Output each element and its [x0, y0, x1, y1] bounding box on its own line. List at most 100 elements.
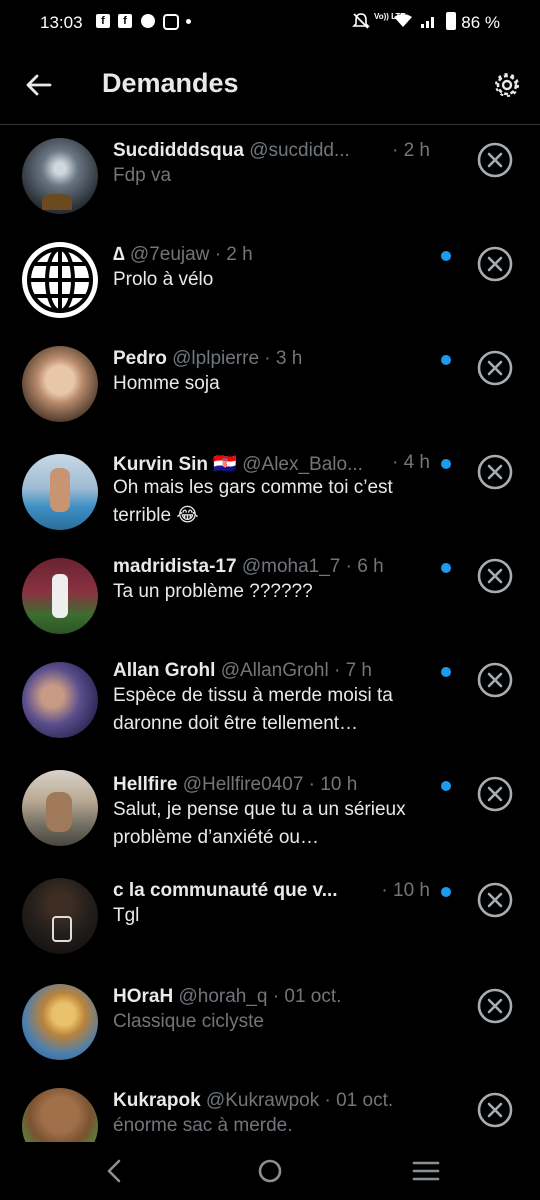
- request-header: Kukrapok @Kukrawpok · 01 oct.: [113, 1090, 430, 1114]
- message-preview: Espèce de tissu à merde moisi ta daronne…: [113, 685, 393, 734]
- message-preview: Tgl: [113, 905, 140, 926]
- sender-name: madridista-17: [113, 556, 237, 577]
- request-time: · 4 h: [387, 452, 430, 474]
- close-icon[interactable]: [476, 881, 514, 919]
- page-title: Demandes: [102, 68, 239, 98]
- message-preview: Oh mais les gars comme toi c’est terribl…: [113, 477, 393, 526]
- requests-list: Sucdidddsqua @sucdidd... · 2 h Fdp va ∆ …: [0, 124, 540, 1142]
- close-icon[interactable]: [476, 557, 514, 595]
- instagram-icon: [163, 14, 179, 30]
- sender-handle: @horah_q: [178, 986, 268, 1007]
- sender-handle: @Hellfire0407: [182, 774, 304, 795]
- message-preview: Fdp va: [113, 165, 172, 186]
- unread-dot: [441, 667, 451, 677]
- sender-handle: @sucdidd...: [249, 140, 350, 161]
- close-icon[interactable]: [476, 1091, 514, 1129]
- request-header: Pedro @lplpierre · 3 h: [113, 348, 430, 372]
- request-time: · 10 h: [308, 774, 358, 795]
- sender-name: Allan Grohl: [113, 660, 216, 681]
- request-header: Allan Grohl @AllanGrohl · 7 h: [113, 660, 430, 684]
- close-icon[interactable]: [476, 349, 514, 387]
- sender-name: Hellfire: [113, 774, 178, 795]
- close-icon[interactable]: [476, 453, 514, 491]
- sender-name: Kukrapok: [113, 1090, 201, 1111]
- arrow-left-icon[interactable]: [24, 70, 54, 100]
- message-preview: énorme sac à merde.: [113, 1115, 293, 1136]
- header: Demandes: [0, 46, 540, 125]
- sender-name: Pedro: [113, 348, 167, 369]
- sender-name: c la communauté que v...: [113, 880, 338, 901]
- request-header: Kurvin Sin 🇭🇷 @Alex_Balo... · 4 h: [113, 452, 430, 476]
- message-preview: Ta un problème ??????: [113, 581, 313, 602]
- sender-name: Sucdidddsqua: [113, 140, 244, 161]
- request-header: HOraH @horah_q · 01 oct.: [113, 986, 430, 1010]
- request-time: · 01 oct.: [272, 986, 342, 1007]
- request-row[interactable]: Sucdidddsqua @sucdidd... · 2 h Fdp va: [0, 124, 540, 228]
- avatar: [22, 346, 98, 422]
- unread-dot: [441, 563, 451, 573]
- close-icon[interactable]: [476, 245, 514, 283]
- unread-dot: [441, 251, 451, 261]
- globe-icon: [27, 247, 93, 313]
- sender-name: HOraH: [113, 986, 174, 1007]
- request-time: · 2 h: [214, 244, 253, 265]
- avatar: [22, 878, 98, 954]
- mute-icon: [352, 13, 370, 29]
- request-time: · 3 h: [264, 348, 303, 369]
- request-time: · 10 h: [377, 880, 430, 902]
- sender-handle: @Kukrawpok: [205, 1090, 320, 1111]
- avatar: [22, 242, 98, 318]
- chevron-left-icon[interactable]: [104, 1158, 124, 1184]
- request-row[interactable]: HOraH @horah_q · 01 oct. Classique cicly…: [0, 962, 540, 1066]
- request-header: Hellfire @Hellfire0407 · 10 h: [113, 774, 430, 798]
- message-preview: Classique ciclyste: [113, 1011, 264, 1032]
- request-header: madridista-17 @moha1_7 · 6 h: [113, 556, 430, 580]
- request-row[interactable]: Pedro @lplpierre · 3 h Homme soja: [0, 332, 540, 436]
- circle-home-icon[interactable]: [257, 1158, 283, 1184]
- request-time: · 6 h: [345, 556, 384, 577]
- request-row[interactable]: c la communauté que v... · 10 h Tgl: [0, 858, 540, 962]
- message-preview: Salut, je pense que tu a un sérieux prob…: [113, 799, 406, 848]
- facebook-icon: f: [96, 14, 110, 28]
- close-icon[interactable]: [476, 987, 514, 1025]
- avatar: [22, 984, 98, 1060]
- system-nav-bar: [0, 1142, 540, 1200]
- dot-icon: [186, 19, 191, 24]
- request-header: Sucdidddsqua @sucdidd... · 2 h: [113, 140, 430, 164]
- signal-icon: [421, 17, 434, 28]
- sender-handle: @7eujaw: [129, 244, 210, 265]
- request-header: c la communauté que v... · 10 h: [113, 880, 430, 904]
- battery-icon: [446, 12, 456, 30]
- request-row[interactable]: ∆ @7eujaw · 2 h Prolo à vélo: [0, 228, 540, 332]
- request-row[interactable]: Hellfire @Hellfire0407 · 10 h Salut, je …: [0, 748, 540, 858]
- avatar: [22, 558, 98, 634]
- request-time: · 7 h: [333, 660, 372, 681]
- request-time: · 01 oct.: [324, 1090, 394, 1111]
- avatar: [22, 770, 98, 846]
- message-preview: Prolo à vélo: [113, 269, 214, 290]
- avatar: [22, 1088, 98, 1142]
- sender-name: Kurvin Sin 🇭🇷: [113, 454, 237, 475]
- wifi-icon: [394, 14, 412, 27]
- sender-handle: @lplpierre: [172, 348, 260, 369]
- sender-handle: @AllanGrohl: [220, 660, 329, 681]
- sender-handle: @moha1_7: [241, 556, 341, 577]
- avatar: [22, 662, 98, 738]
- sender-name: ∆: [113, 244, 125, 265]
- close-icon[interactable]: [476, 661, 514, 699]
- unread-dot: [441, 781, 451, 791]
- sender-handle: @Alex_Balo...: [242, 454, 363, 475]
- gear-icon[interactable]: [492, 70, 522, 100]
- request-row[interactable]: Kukrapok @Kukrawpok · 01 oct. énorme sac…: [0, 1066, 540, 1142]
- status-time: 13:03: [40, 13, 83, 32]
- request-row[interactable]: Allan Grohl @AllanGrohl · 7 h Espèce de …: [0, 644, 540, 748]
- avatar: [22, 138, 98, 214]
- menu-lines-icon[interactable]: [412, 1160, 440, 1182]
- request-row[interactable]: madridista-17 @moha1_7 · 6 h Ta un probl…: [0, 540, 540, 644]
- unread-dot: [441, 355, 451, 365]
- unread-dot: [441, 459, 451, 469]
- close-icon[interactable]: [476, 141, 514, 179]
- request-row[interactable]: Kurvin Sin 🇭🇷 @Alex_Balo... · 4 h Oh mai…: [0, 436, 540, 540]
- request-header: ∆ @7eujaw · 2 h: [113, 244, 430, 268]
- close-icon[interactable]: [476, 775, 514, 813]
